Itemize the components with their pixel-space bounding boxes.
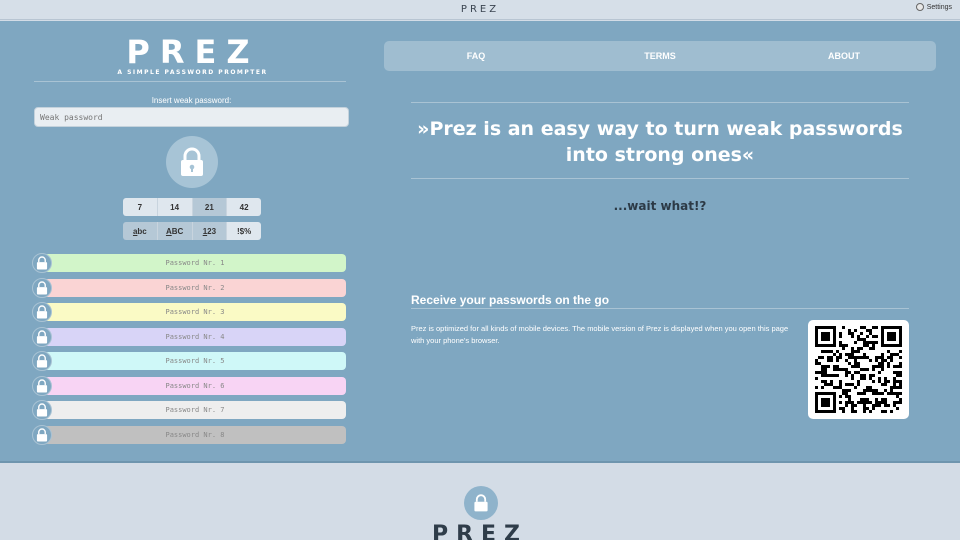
password-field[interactable]: Password Nr. 4 xyxy=(44,327,346,346)
mobile-section-text: Prez is optimized for all kinds of mobil… xyxy=(411,324,789,345)
length-option-42[interactable]: 42 xyxy=(227,198,261,216)
charset-lowercase[interactable]: a bc xyxy=(123,222,158,240)
lock-icon[interactable] xyxy=(32,253,52,273)
password-row: Password Nr. 7 xyxy=(32,400,346,420)
nav-terms[interactable]: TERMS xyxy=(568,51,752,61)
password-field[interactable]: Password Nr. 1 xyxy=(44,254,346,272)
password-row: Password Nr. 2 xyxy=(32,277,346,298)
charset-selector: a bc A BC 1 23 !$% xyxy=(123,222,261,240)
hero-headline: »Prez is an easy way to turn weak passwo… xyxy=(411,116,909,168)
password-field[interactable]: Password Nr. 8 xyxy=(44,425,346,444)
divider xyxy=(411,308,909,309)
lock-icon[interactable] xyxy=(32,277,52,298)
gear-icon xyxy=(915,3,924,11)
lock-icon[interactable] xyxy=(32,302,52,322)
password-row: Password Nr. 5 xyxy=(32,351,346,371)
password-row: Password Nr. 1 xyxy=(32,253,346,273)
logo-tagline: A SIMPLE PASSWORD PROMPTER xyxy=(117,69,268,76)
footer-lock-icon xyxy=(464,486,498,520)
divider xyxy=(411,102,909,103)
main-panel: PREZ A SIMPLE PASSWORD PROMPTER Insert w… xyxy=(0,21,960,463)
weak-password-input[interactable] xyxy=(34,107,349,127)
length-option-21[interactable]: 21 xyxy=(192,198,228,216)
nav-about[interactable]: ABOUT xyxy=(752,51,936,61)
lock-icon[interactable] xyxy=(32,351,52,371)
nav-faq[interactable]: FAQ xyxy=(384,51,568,61)
password-field[interactable]: Password Nr. 5 xyxy=(44,352,346,370)
hero-subtext: ...wait what!? xyxy=(613,199,707,213)
charset-numbers[interactable]: 1 23 xyxy=(192,222,228,240)
length-selector: 7 14 21 42 xyxy=(123,198,261,216)
lock-icon[interactable] xyxy=(32,326,52,347)
password-row: Password Nr. 4 xyxy=(32,326,346,347)
weak-password-label: Insert weak password: xyxy=(151,96,232,105)
qr-code xyxy=(808,320,909,419)
lock-icon[interactable] xyxy=(32,424,52,445)
password-row: Password Nr. 8 xyxy=(32,424,346,445)
lock-icon[interactable] xyxy=(32,375,52,396)
qr-code-icon xyxy=(815,326,902,413)
password-field[interactable]: Password Nr. 3 xyxy=(44,303,346,321)
lock-icon[interactable] xyxy=(32,400,52,420)
settings-button[interactable]: Settings xyxy=(915,3,952,11)
hero-headline-line1: »Prez is an easy way to turn weak passwo… xyxy=(417,118,903,140)
divider xyxy=(411,178,909,179)
top-bar: PREZ Settings xyxy=(0,0,960,20)
password-field[interactable]: Password Nr. 6 xyxy=(44,376,346,395)
settings-label: Settings xyxy=(926,3,952,11)
password-field[interactable]: Password Nr. 2 xyxy=(44,278,346,297)
length-option-14[interactable]: 14 xyxy=(157,198,193,216)
charset-uppercase[interactable]: A BC xyxy=(157,222,193,240)
nav-bar: FAQ TERMS ABOUT xyxy=(384,41,936,71)
password-row: Password Nr. 3 xyxy=(32,302,346,322)
lock-icon xyxy=(166,136,218,188)
window-title: PREZ xyxy=(460,4,500,15)
divider xyxy=(34,81,346,82)
footer-logo: PREZ xyxy=(431,522,529,540)
charset-symbols[interactable]: !$% xyxy=(227,222,261,240)
mobile-section-title: Receive your passwords on the go xyxy=(411,293,610,307)
hero-headline-line2: into strong ones« xyxy=(565,144,755,166)
logo: PREZ xyxy=(126,33,260,71)
password-field[interactable]: Password Nr. 7 xyxy=(44,401,346,419)
length-option-7[interactable]: 7 xyxy=(123,198,158,216)
password-row: Password Nr. 6 xyxy=(32,375,346,396)
